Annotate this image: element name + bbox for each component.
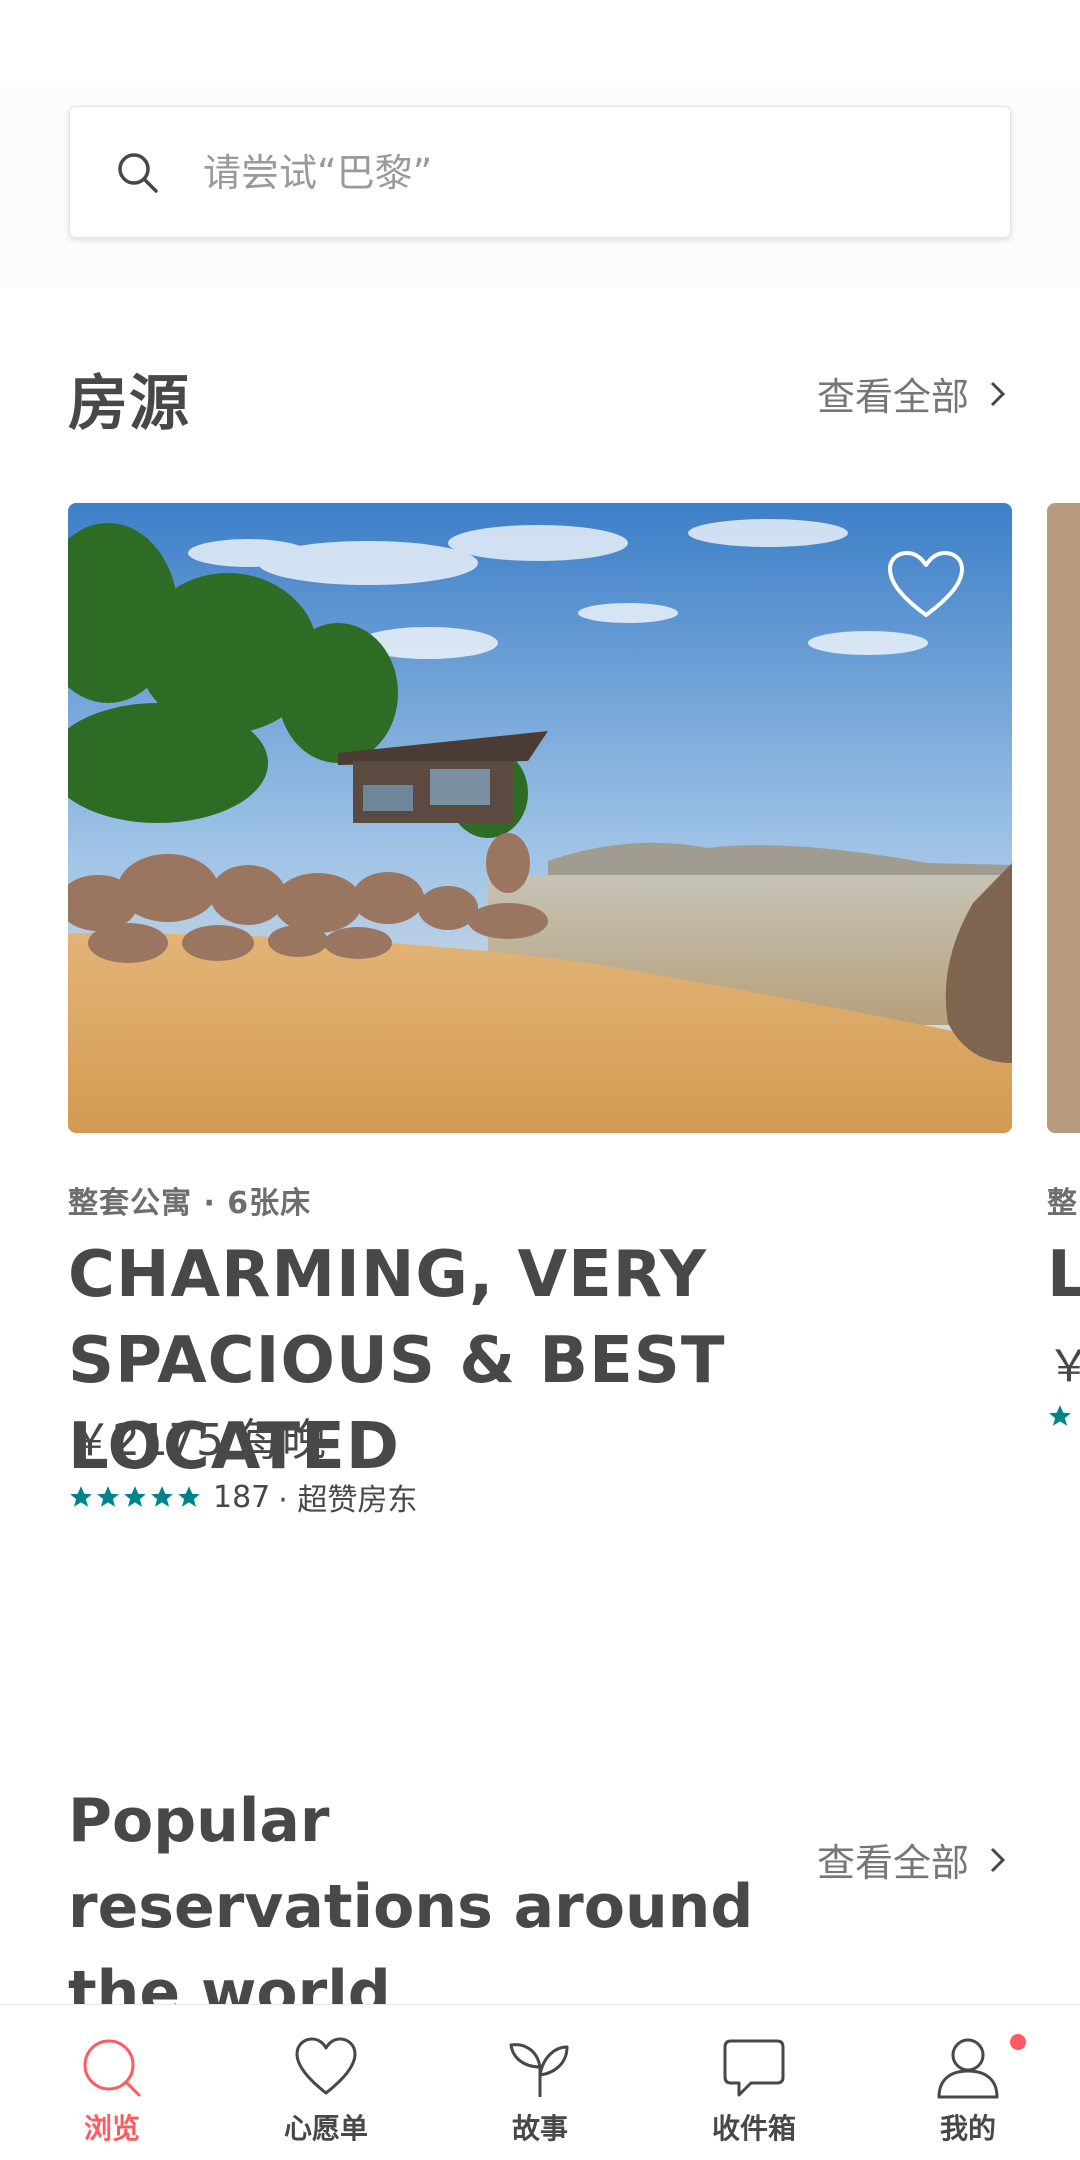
sprout-icon (509, 2043, 569, 2097)
star-icon (70, 1486, 92, 1507)
search-icon (83, 2039, 141, 2097)
next-listing-photo[interactable] (1047, 503, 1080, 1133)
tab-profile[interactable]: 我的 (860, 2005, 1076, 2160)
star-icon (1049, 1405, 1071, 1426)
rating-stars (68, 1484, 203, 1510)
tab-stories[interactable]: 故事 (432, 2005, 648, 2160)
search-bar[interactable]: 请尝试“巴黎” (69, 106, 1011, 238)
chevron-right-icon (990, 381, 1006, 406)
heart-icon (295, 2037, 357, 2095)
see-all-listings-link[interactable]: 查看全部 (817, 366, 1009, 421)
see-all-label: 查看全部 (816, 1841, 969, 1885)
notification-badge (1010, 2034, 1026, 2050)
tab-label: 我的 (939, 2112, 996, 2145)
profile-icon (937, 2038, 999, 2099)
review-count: 187 (213, 1479, 271, 1515)
chat-bubble-icon (723, 2039, 785, 2097)
listing-price: ￥2175 每晚 (68, 1415, 326, 1466)
tab-label: 心愿单 (283, 2112, 368, 2145)
listing-type: 整套公寓 · 6张床 (68, 1186, 312, 1221)
star-icon (124, 1486, 146, 1507)
see-all-popular-link[interactable]: 查看全部 (817, 1832, 1009, 1887)
listing-photo[interactable] (68, 503, 1012, 1133)
next-listing-type: 整 (1047, 1186, 1077, 1221)
search-icon (118, 153, 158, 193)
bottom-tab-bar: 浏览 心愿单 故事 收件箱 我的 (0, 2004, 1080, 2160)
section-title-popular: Popular reservations around the world (68, 1786, 754, 2028)
tab-wishlist[interactable]: 心愿单 (218, 2005, 434, 2160)
favorite-heart-icon[interactable] (886, 549, 966, 621)
tab-label: 收件箱 (711, 2112, 796, 2145)
star-icon (97, 1486, 119, 1507)
see-all-label: 查看全部 (816, 375, 969, 419)
search-input[interactable]: 请尝试“巴黎” (203, 107, 432, 239)
tab-inbox[interactable]: 收件箱 (646, 2005, 862, 2160)
chevron-right-icon (990, 1847, 1006, 1872)
listing-rating: 187 · 超赞房东 (68, 1475, 417, 1519)
tab-explore[interactable]: 浏览 (4, 2005, 220, 2160)
star-icon (151, 1486, 173, 1507)
host-badge: · 超赞房东 (278, 1483, 418, 1518)
tab-label: 故事 (511, 2112, 568, 2145)
next-listing-price: ￥ (1047, 1341, 1080, 1392)
next-listing-title[interactable]: L (1047, 1232, 1080, 1318)
tab-label: 浏览 (83, 2112, 140, 2145)
star-icon (178, 1486, 200, 1507)
section-title-listings: 房源 (68, 369, 190, 439)
